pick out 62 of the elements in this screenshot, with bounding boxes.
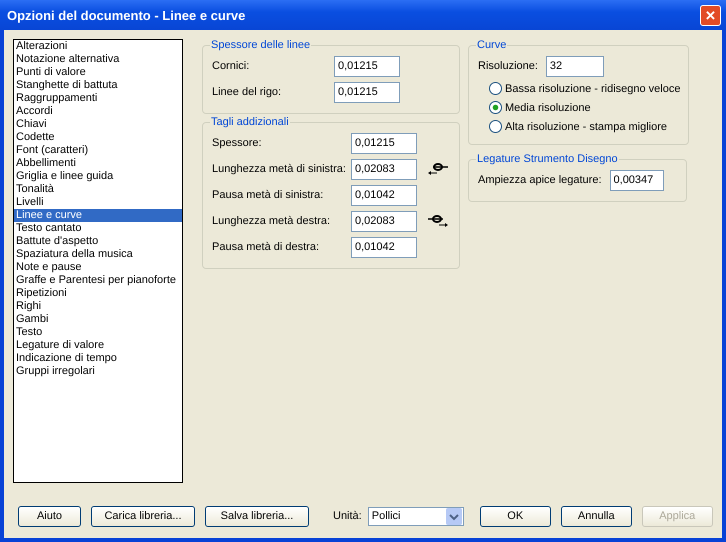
field-label: Lunghezza metà di sinistra: [212, 163, 347, 175]
category-item[interactable]: Notazione alternativa [14, 53, 182, 66]
category-item[interactable]: Punti di valore [14, 66, 182, 79]
radio-option[interactable]: Alta risoluzione - stampa migliore [489, 117, 680, 136]
group-title: Curve [476, 39, 508, 51]
field-label: Ampiezza apice legature: [478, 174, 602, 186]
category-item[interactable]: Chiavi [14, 118, 182, 131]
field-label: Risoluzione: [478, 60, 538, 72]
radio-option[interactable]: Bassa risoluzione - ridisegno veloce [489, 79, 680, 98]
category-item[interactable]: Graffe e Parentesi per pianoforte [14, 274, 182, 287]
category-item[interactable]: Testo [14, 326, 182, 339]
field-label: Linee del rigo: [212, 86, 282, 98]
category-item[interactable]: Stanghette di battuta [14, 79, 182, 92]
group-title: Spessore delle linee [210, 39, 312, 51]
field-label: Lunghezza metà destra: [212, 215, 332, 227]
category-item[interactable]: Gruppi irregolari [14, 365, 182, 378]
category-item[interactable]: Livelli [14, 196, 182, 209]
category-item[interactable]: Testo cantato [14, 222, 182, 235]
input-field[interactable]: 0,01215 [351, 132, 417, 154]
units-dropdown[interactable]: Pollici [368, 506, 464, 526]
category-item[interactable]: Abbellimenti [14, 157, 182, 170]
close-button[interactable]: × [700, 4, 721, 26]
field-label: Cornici: [212, 60, 250, 72]
ok-button[interactable]: OK [480, 506, 551, 526]
category-item[interactable]: Font (caratteri) [14, 144, 182, 157]
ledger-arrow-icon [427, 214, 449, 228]
input-field[interactable]: 0,02083 [351, 210, 417, 232]
category-item[interactable]: Ripetizioni [14, 287, 182, 300]
category-item[interactable]: Tonalità [14, 183, 182, 196]
cancel-button[interactable]: Annulla [560, 506, 632, 526]
category-item[interactable]: Accordi [14, 105, 182, 118]
category-item[interactable]: Spaziatura della musica [14, 248, 182, 261]
field-label: Pausa metà di destra: [212, 241, 320, 253]
input-field[interactable]: 0,00347 [610, 170, 664, 190]
window-title: Opzioni del documento - Linee e curve [7, 8, 246, 22]
input-field[interactable]: 0,01042 [351, 236, 417, 258]
category-item[interactable]: Raggruppamenti [14, 92, 182, 105]
category-item[interactable]: Gambi [14, 313, 182, 326]
category-item[interactable]: Indicazione di tempo [14, 352, 182, 365]
field-label: Pausa metà di sinistra: [212, 189, 324, 201]
category-item[interactable]: Battute d'aspetto [14, 235, 182, 248]
input-field[interactable]: 0,02083 [351, 158, 417, 180]
field-label: Spessore: [212, 137, 263, 149]
category-item[interactable]: Linee e curve [14, 209, 182, 222]
radio-option[interactable]: Media risoluzione [489, 98, 680, 117]
category-item[interactable]: Note e pause [14, 261, 182, 274]
category-item[interactable]: Griglia e linee guida [14, 170, 182, 183]
category-item[interactable]: Legature di valore [14, 339, 182, 352]
category-item[interactable]: Codette [14, 131, 182, 144]
category-item[interactable]: Righi [14, 300, 182, 313]
group-title: Tagli addizionali [210, 116, 290, 128]
save-library-button[interactable]: Salva libreria... [205, 506, 309, 526]
help-button[interactable]: Aiuto [18, 506, 81, 526]
input-field[interactable]: 32 [546, 56, 604, 76]
category-item[interactable]: Alterazioni [14, 40, 182, 53]
group-title: Legature Strumento Disegno [476, 153, 619, 165]
input-field[interactable]: 0,01042 [351, 184, 417, 206]
input-field[interactable]: 0,01215 [334, 82, 400, 102]
load-library-button[interactable]: Carica libreria... [91, 506, 195, 526]
units-label: Unità: [333, 510, 362, 522]
ledger-arrow-icon [427, 162, 449, 176]
input-field[interactable]: 0,01215 [334, 56, 400, 76]
